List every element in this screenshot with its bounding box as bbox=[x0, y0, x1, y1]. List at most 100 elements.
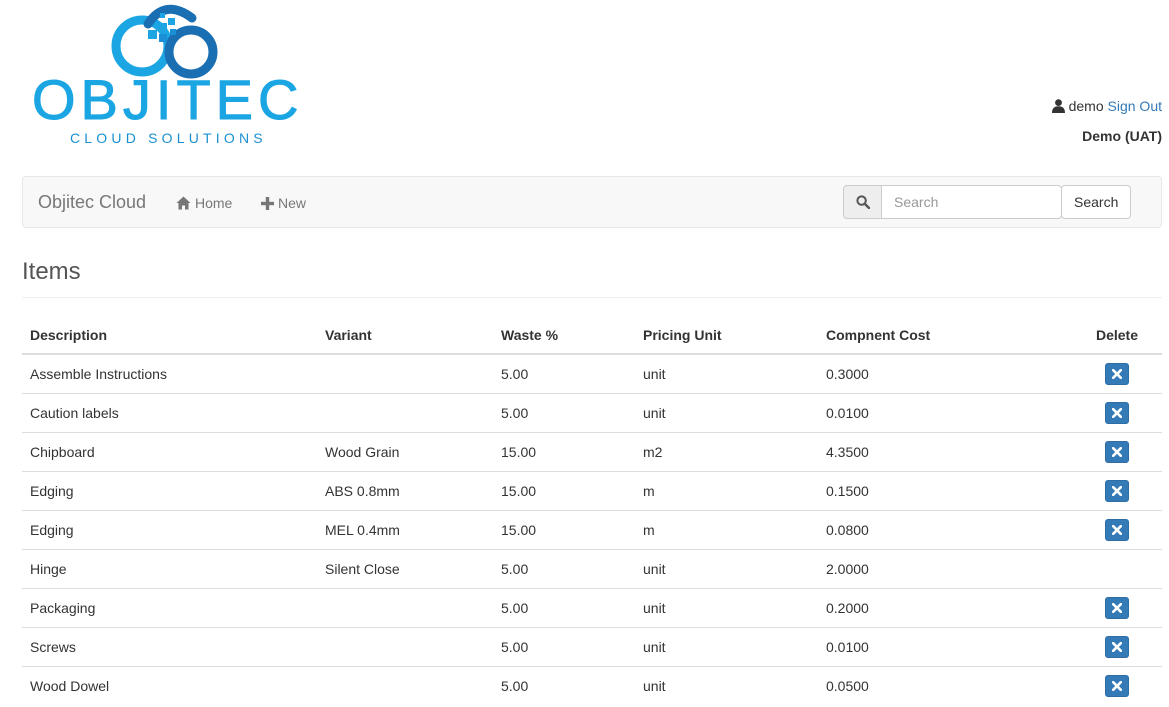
cell-variant: ABS 0.8mm bbox=[317, 471, 493, 511]
cell-pricing-unit: unit bbox=[635, 588, 818, 628]
close-icon bbox=[1112, 486, 1122, 496]
cell-component-cost: 0.3000 bbox=[818, 353, 1072, 394]
close-icon bbox=[1112, 603, 1122, 613]
table-row[interactable]: Screws 5.00 unit 0.0100 bbox=[22, 627, 1162, 667]
cell-description: Edging bbox=[22, 471, 317, 511]
top-navbar: Objitec Cloud Home New Search bbox=[22, 176, 1162, 228]
table-row[interactable]: Assemble Instructions 5.00 unit 0.3000 bbox=[22, 353, 1162, 394]
cell-delete bbox=[1072, 510, 1162, 550]
close-icon bbox=[1112, 369, 1122, 379]
cell-delete bbox=[1072, 471, 1162, 511]
cell-waste: 5.00 bbox=[493, 627, 635, 667]
cell-pricing-unit: unit bbox=[635, 666, 818, 706]
home-icon bbox=[176, 196, 191, 210]
search-addon bbox=[843, 185, 882, 219]
delete-button[interactable] bbox=[1105, 363, 1129, 385]
close-icon bbox=[1112, 447, 1122, 457]
table-row[interactable]: Edging MEL 0.4mm 15.00 m 0.0800 bbox=[22, 510, 1162, 550]
cell-component-cost: 0.0100 bbox=[818, 627, 1072, 667]
company-logo: OBJITEC CLOUD SOLUTIONS bbox=[30, 4, 305, 146]
cell-delete bbox=[1072, 549, 1162, 589]
cell-pricing-unit: unit bbox=[635, 549, 818, 589]
delete-button[interactable] bbox=[1105, 519, 1129, 541]
column-header-waste[interactable]: Waste % bbox=[493, 316, 635, 355]
column-header-description[interactable]: Description bbox=[22, 316, 317, 355]
cell-delete bbox=[1072, 588, 1162, 628]
table-row[interactable]: Wood Dowel 5.00 unit 0.0500 bbox=[22, 666, 1162, 706]
cell-pricing-unit: m bbox=[635, 471, 818, 511]
page-title: Items bbox=[22, 258, 81, 285]
sign-out-link[interactable]: Sign Out bbox=[1108, 98, 1162, 114]
cell-waste: 5.00 bbox=[493, 549, 635, 589]
cell-variant bbox=[317, 627, 493, 667]
cell-description: Caution labels bbox=[22, 393, 317, 433]
cell-description: Edging bbox=[22, 510, 317, 550]
cell-variant bbox=[317, 588, 493, 628]
column-header-component-cost[interactable]: Compnent Cost bbox=[818, 316, 1072, 355]
cell-pricing-unit: unit bbox=[635, 393, 818, 433]
search-icon bbox=[855, 195, 870, 209]
cell-component-cost: 4.3500 bbox=[818, 432, 1072, 472]
cell-pricing-unit: unit bbox=[635, 353, 818, 394]
cell-waste: 5.00 bbox=[493, 666, 635, 706]
items-table-body: Assemble Instructions 5.00 unit 0.3000 Cauti… bbox=[22, 353, 1162, 706]
cell-delete bbox=[1072, 627, 1162, 667]
table-row[interactable]: Edging ABS 0.8mm 15.00 m 0.1500 bbox=[22, 471, 1162, 511]
cell-variant: MEL 0.4mm bbox=[317, 510, 493, 550]
cell-waste: 15.00 bbox=[493, 471, 635, 511]
close-icon bbox=[1112, 525, 1122, 535]
cell-description: Assemble Instructions bbox=[22, 353, 317, 394]
cell-component-cost: 0.0500 bbox=[818, 666, 1072, 706]
table-row[interactable]: Hinge Silent Close 5.00 unit 2.0000 bbox=[22, 549, 1162, 589]
table-header-row: Description Variant Waste % Pricing Unit… bbox=[22, 316, 1162, 355]
navbar-brand[interactable]: Objitec Cloud bbox=[38, 192, 146, 212]
column-header-delete: Delete bbox=[1072, 316, 1162, 355]
cell-description: Screws bbox=[22, 627, 317, 667]
cell-pricing-unit: unit bbox=[635, 627, 818, 667]
cell-waste: 5.00 bbox=[493, 393, 635, 433]
cell-delete bbox=[1072, 432, 1162, 472]
table-row[interactable]: Chipboard Wood Grain 15.00 m2 4.3500 bbox=[22, 432, 1162, 472]
plus-icon bbox=[261, 196, 274, 210]
delete-button[interactable] bbox=[1105, 480, 1129, 502]
items-table: Description Variant Waste % Pricing Unit… bbox=[22, 316, 1162, 706]
column-header-variant[interactable]: Variant bbox=[317, 316, 493, 355]
cell-waste: 15.00 bbox=[493, 432, 635, 472]
user-icon bbox=[1051, 99, 1065, 113]
cell-component-cost: 0.1500 bbox=[818, 471, 1072, 511]
cell-delete bbox=[1072, 393, 1162, 433]
cell-component-cost: 0.0100 bbox=[818, 393, 1072, 433]
cell-description: Chipboard bbox=[22, 432, 317, 472]
logo-tagline: CLOUD SOLUTIONS bbox=[70, 130, 267, 146]
cell-description: Wood Dowel bbox=[22, 666, 317, 706]
search-group: Search bbox=[843, 185, 1132, 219]
nav-new-link[interactable]: New bbox=[261, 194, 306, 212]
delete-button[interactable] bbox=[1105, 636, 1129, 658]
environment-label: Demo (UAT) bbox=[1082, 128, 1162, 144]
search-input[interactable] bbox=[882, 185, 1062, 219]
cell-pricing-unit: m bbox=[635, 510, 818, 550]
table-row[interactable]: Caution labels 5.00 unit 0.0100 bbox=[22, 393, 1162, 433]
cell-variant bbox=[317, 666, 493, 706]
close-icon bbox=[1112, 642, 1122, 652]
delete-button[interactable] bbox=[1105, 441, 1129, 463]
username: demo bbox=[1068, 98, 1104, 114]
close-icon bbox=[1112, 408, 1122, 418]
cell-waste: 5.00 bbox=[493, 588, 635, 628]
delete-button[interactable] bbox=[1105, 675, 1129, 698]
cell-pricing-unit: m2 bbox=[635, 432, 818, 472]
nav-home-label: Home bbox=[195, 195, 233, 211]
search-button[interactable]: Search bbox=[1061, 185, 1132, 219]
cell-variant: Silent Close bbox=[317, 549, 493, 589]
cell-component-cost: 0.2000 bbox=[818, 588, 1072, 628]
table-row[interactable]: Packaging 5.00 unit 0.2000 bbox=[22, 588, 1162, 628]
cell-variant: Wood Grain bbox=[317, 432, 493, 472]
nav-home-link[interactable]: Home bbox=[176, 194, 232, 212]
cell-description: Hinge bbox=[22, 549, 317, 589]
delete-button[interactable] bbox=[1105, 402, 1129, 424]
column-header-pricing-unit[interactable]: Pricing Unit bbox=[635, 316, 818, 355]
title-divider bbox=[22, 297, 1162, 298]
cell-component-cost: 0.0800 bbox=[818, 510, 1072, 550]
cell-delete bbox=[1072, 353, 1162, 394]
delete-button[interactable] bbox=[1105, 597, 1129, 619]
